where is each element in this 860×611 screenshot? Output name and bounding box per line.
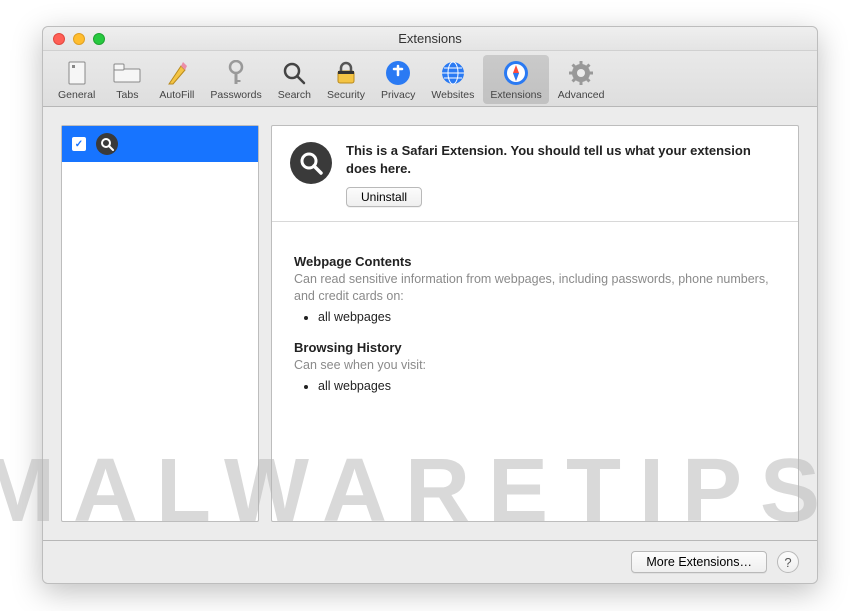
window-titlebar: Extensions bbox=[43, 27, 817, 51]
zoom-window-button[interactable] bbox=[93, 33, 105, 45]
more-extensions-button[interactable]: More Extensions… bbox=[631, 551, 767, 573]
tab-label: General bbox=[58, 89, 95, 101]
extensions-sidebar: ✓ bbox=[61, 125, 259, 522]
sidebar-item-extension[interactable]: ✓ bbox=[62, 126, 258, 162]
tab-label: Passwords bbox=[210, 89, 261, 101]
compass-icon bbox=[503, 59, 529, 87]
tab-label: Websites bbox=[431, 89, 474, 101]
tab-label: Privacy bbox=[381, 89, 415, 101]
preferences-toolbar: General Tabs AutoFill Passwords Search bbox=[43, 51, 817, 107]
tab-autofill[interactable]: AutoFill bbox=[152, 55, 201, 104]
tab-label: Tabs bbox=[116, 89, 138, 101]
permission-title: Webpage Contents bbox=[294, 254, 776, 269]
close-window-button[interactable] bbox=[53, 33, 65, 45]
window-title: Extensions bbox=[398, 31, 462, 46]
permissions-section: Webpage Contents Can read sensitive info… bbox=[272, 222, 798, 429]
tab-label: Extensions bbox=[490, 89, 541, 101]
permission-item: all webpages bbox=[318, 310, 776, 324]
tab-search[interactable]: Search bbox=[271, 55, 318, 104]
magnifier-icon bbox=[290, 142, 332, 184]
help-button[interactable]: ? bbox=[777, 551, 799, 573]
key-icon bbox=[226, 59, 246, 87]
globe-icon bbox=[440, 59, 466, 87]
extension-enabled-checkbox[interactable]: ✓ bbox=[72, 137, 86, 151]
extension-description: This is a Safari Extension. You should t… bbox=[346, 142, 780, 177]
window-footer: More Extensions… ? bbox=[43, 540, 817, 583]
autofill-icon bbox=[167, 59, 187, 87]
tab-label: AutoFill bbox=[159, 89, 194, 101]
permission-subtitle: Can see when you visit: bbox=[294, 357, 776, 374]
uninstall-button[interactable]: Uninstall bbox=[346, 187, 422, 207]
tab-advanced[interactable]: Advanced bbox=[551, 55, 612, 104]
tab-security[interactable]: Security bbox=[320, 55, 372, 104]
permission-title: Browsing History bbox=[294, 340, 776, 355]
privacy-icon bbox=[385, 59, 411, 87]
permission-item: all webpages bbox=[318, 379, 776, 393]
minimize-window-button[interactable] bbox=[73, 33, 85, 45]
general-icon bbox=[66, 59, 88, 87]
tab-extensions[interactable]: Extensions bbox=[483, 55, 548, 104]
tab-label: Advanced bbox=[558, 89, 605, 101]
tab-passwords[interactable]: Passwords bbox=[203, 55, 268, 104]
preferences-window: Extensions General Tabs AutoFill Passwor… bbox=[42, 26, 818, 584]
extension-header: This is a Safari Extension. You should t… bbox=[272, 126, 798, 222]
magnifier-icon bbox=[96, 133, 118, 155]
tab-websites[interactable]: Websites bbox=[424, 55, 481, 104]
tab-label: Search bbox=[278, 89, 311, 101]
tab-label: Security bbox=[327, 89, 365, 101]
search-icon bbox=[282, 59, 306, 87]
tab-tabs[interactable]: Tabs bbox=[104, 55, 150, 104]
content-area: ✓ This is a Safari Extension. You should… bbox=[43, 107, 817, 540]
window-controls bbox=[53, 33, 105, 45]
tabs-icon bbox=[113, 59, 141, 87]
permission-subtitle: Can read sensitive information from webp… bbox=[294, 271, 776, 305]
lock-icon bbox=[334, 59, 358, 87]
tab-general[interactable]: General bbox=[51, 55, 102, 104]
gear-icon bbox=[568, 59, 594, 87]
tab-privacy[interactable]: Privacy bbox=[374, 55, 422, 104]
extension-detail-panel: This is a Safari Extension. You should t… bbox=[271, 125, 799, 522]
